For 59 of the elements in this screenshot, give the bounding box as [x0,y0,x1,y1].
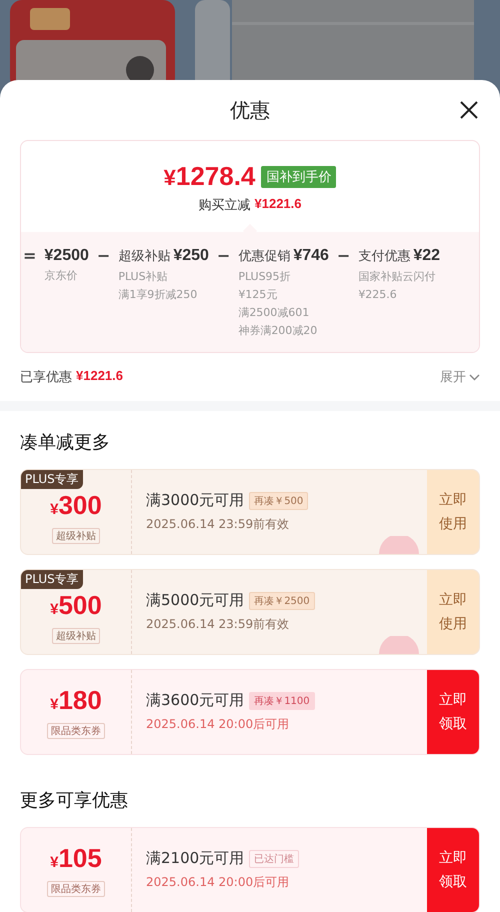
discount-note: 国家补贴云闪付 [358,269,436,285]
discount-amount: ¥250 [173,246,209,266]
coupon-validity: 2025.06.14 20:00后可用 [146,874,290,891]
operator-sign: − [96,246,110,267]
close-icon [459,100,479,120]
coupon-amount: ¥300 [50,490,102,522]
discount-amount: ¥746 [293,246,329,266]
coupon-amount: ¥180 [50,685,102,717]
coupon-validity: 2025.06.14 20:00后可用 [146,716,290,733]
coupon-condition: 满5000元可用 [146,591,244,610]
coupon-type-tag: 限品类东券 [47,881,105,897]
price-badge: 国补到手价 [261,166,336,188]
threshold-tag: 已达门槛 [249,850,300,868]
discount-note: 满1享9折减250 [118,287,198,303]
discount-note: PLUS95折 [238,269,291,285]
discount-note: 京东价 [44,268,78,284]
threshold-tag: 再凑￥2500 [249,592,315,610]
threshold-tag: 再凑￥1100 [249,692,315,710]
expand-button[interactable]: 展开 [440,368,480,386]
discount-amount: ¥2500 [44,246,89,266]
threshold-tag: 再凑￥500 [249,492,308,510]
coupon-action-button[interactable]: 立即使用 [427,470,479,554]
discount-note: 满2500减601 [238,305,310,321]
coupon-type-tag: 限品类东券 [47,723,105,739]
operator-sign: − [216,246,230,267]
coupon-condition: 满2100元可用 [146,849,244,868]
sheet-title: 优惠 [230,96,270,124]
coupon-action-button[interactable]: 立即领取 [427,670,479,754]
coupon-type-tag: 超级补贴 [52,528,100,544]
chevron-down-icon [469,374,480,380]
discount-label: 超级补贴 [118,248,170,266]
discount-label: 支付优惠 [358,248,410,266]
discount-note: ¥125元 [238,287,278,303]
coupon-type-tag: 超级补贴 [52,628,100,644]
saving-amount: ¥1221.6 [254,196,302,213]
coupon-condition: 满3600元可用 [146,691,244,710]
coupon-validity: 2025.06.14 23:59前有效 [146,516,290,533]
operator-sign: = [23,246,36,267]
discount-amount: ¥22 [413,246,440,266]
section-title: 更多可享优惠 [20,789,129,813]
discount-note: ¥225.6 [358,287,397,303]
summary-amount: ¥1221.6 [76,368,123,385]
discount-note: 神券满200减20 [238,323,318,339]
coupon-condition: 满3000元可用 [146,491,244,510]
close-button[interactable] [458,99,480,121]
final-price: ¥1278.4 [164,161,256,192]
discount-label: 优惠促销 [238,248,290,266]
discount-note: PLUS补贴 [118,269,168,285]
coupon-validity: 2025.06.14 23:59前有效 [146,616,290,633]
coupon-action-button[interactable]: 立即领取 [427,828,479,912]
operator-sign: − [336,246,350,267]
plus-ribbon: PLUS专享 [21,470,83,489]
section-title: 凑单减更多 [20,431,111,455]
coupon-action-button[interactable]: 立即使用 [427,570,479,654]
saving-label: 购买立减 [198,197,250,214]
coupon-amount: ¥105 [50,843,102,875]
summary-label: 已享优惠 [20,369,72,386]
coupon-amount: ¥500 [50,590,102,622]
plus-ribbon: PLUS专享 [21,570,83,589]
